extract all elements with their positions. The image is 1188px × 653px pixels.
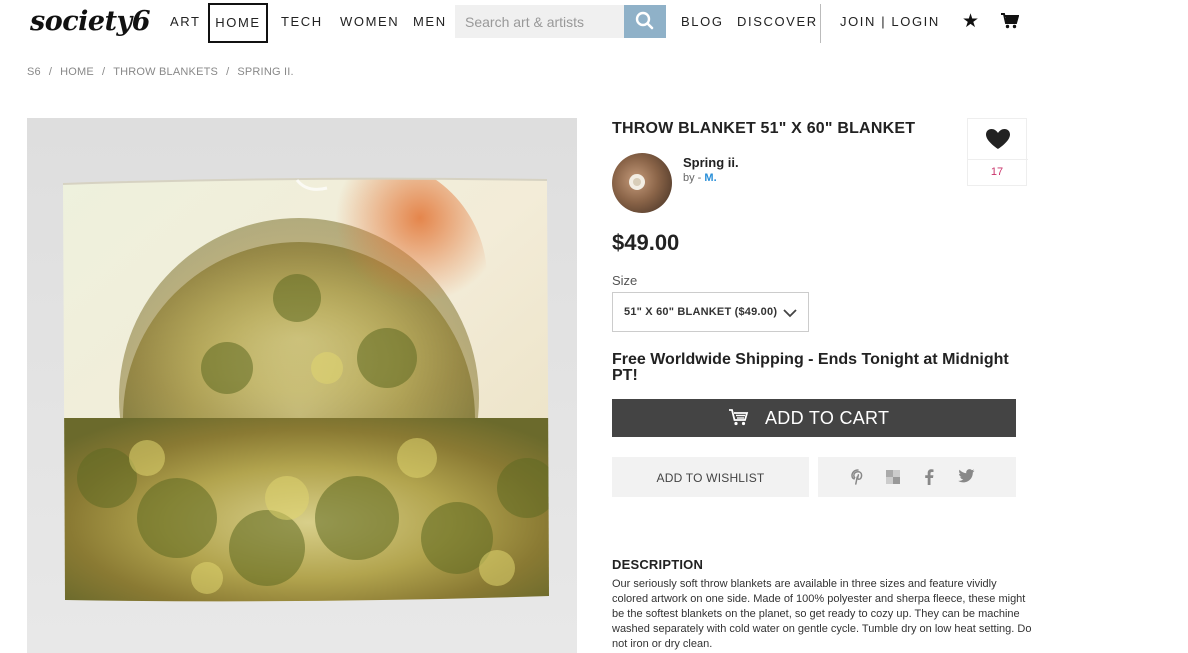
facebook-icon[interactable] — [924, 469, 934, 489]
artist-line: by - M. — [683, 172, 717, 184]
nav-men[interactable]: MEN — [413, 14, 447, 29]
breadcrumb: S6/HOME / THROW BLANKETS / SPRING II. — [27, 66, 294, 78]
artist-avatar[interactable] — [612, 153, 672, 213]
search-input[interactable] — [455, 5, 625, 38]
add-to-cart-button[interactable]: ADD TO CART — [612, 399, 1016, 437]
breadcrumb-throw-blankets[interactable]: THROW BLANKETS — [113, 66, 218, 78]
nav-discover[interactable]: DISCOVER — [737, 14, 818, 29]
twitter-icon[interactable] — [958, 469, 975, 487]
nav-home-label: HOME — [215, 15, 261, 30]
site-header: society6 ART HOME TECH WOMEN MEN BLOG DI… — [0, 0, 1188, 44]
search-button[interactable] — [624, 5, 666, 38]
logo[interactable]: society6 — [30, 6, 151, 37]
add-to-wishlist-button[interactable]: ADD TO WISHLIST — [612, 457, 809, 497]
chevron-down-icon — [783, 309, 797, 318]
artwork-name: Spring ii. — [683, 155, 739, 170]
header-divider — [820, 4, 821, 43]
search-icon — [635, 11, 654, 30]
description-heading: DESCRIPTION — [612, 557, 704, 572]
breadcrumb-s6[interactable]: S6 — [27, 66, 41, 78]
size-label: Size — [612, 273, 638, 288]
heart-icon — [986, 129, 1010, 149]
by-label: by - — [683, 172, 702, 184]
share-bar — [818, 457, 1016, 497]
add-to-cart-label: ADD TO CART — [765, 408, 890, 428]
like-divider — [968, 159, 1028, 160]
like-count: 17 — [990, 166, 1004, 178]
like-button[interactable]: 17 — [967, 118, 1028, 186]
nav-art[interactable]: ART — [170, 14, 201, 29]
pinterest-icon[interactable] — [851, 469, 865, 489]
join-login-link[interactable]: JOIN | LOGIN — [840, 14, 940, 29]
nav-tech[interactable]: TECH — [281, 14, 323, 29]
product-title: THROW BLANKET 51" X 60" BLANKET — [612, 120, 916, 137]
shipping-notice: Free Worldwide Shipping - Ends Tonight a… — [612, 351, 1009, 384]
nav-women[interactable]: WOMEN — [340, 14, 399, 29]
product-image[interactable] — [27, 118, 577, 653]
cart-icon[interactable] — [1001, 13, 1020, 34]
breadcrumb-current: SPRING II. — [237, 66, 294, 78]
size-select-value: 51" X 60" BLANKET ($49.00) — [624, 306, 778, 318]
artist-link[interactable]: M. — [704, 172, 716, 184]
add-to-wishlist-label: ADD TO WISHLIST — [656, 471, 765, 485]
price: $49.00 — [612, 230, 680, 255]
tumblr-icon[interactable] — [885, 469, 901, 489]
nav-home[interactable]: HOME — [208, 3, 268, 43]
description-text: Our seriously soft throw blankets are av… — [612, 578, 1032, 650]
breadcrumb-home[interactable]: HOME — [60, 66, 94, 78]
size-select[interactable]: 51" X 60" BLANKET ($49.00) — [612, 292, 809, 332]
cart-icon — [729, 409, 749, 426]
nav-blog[interactable]: BLOG — [681, 14, 724, 29]
star-icon[interactable]: ★ — [962, 10, 979, 33]
